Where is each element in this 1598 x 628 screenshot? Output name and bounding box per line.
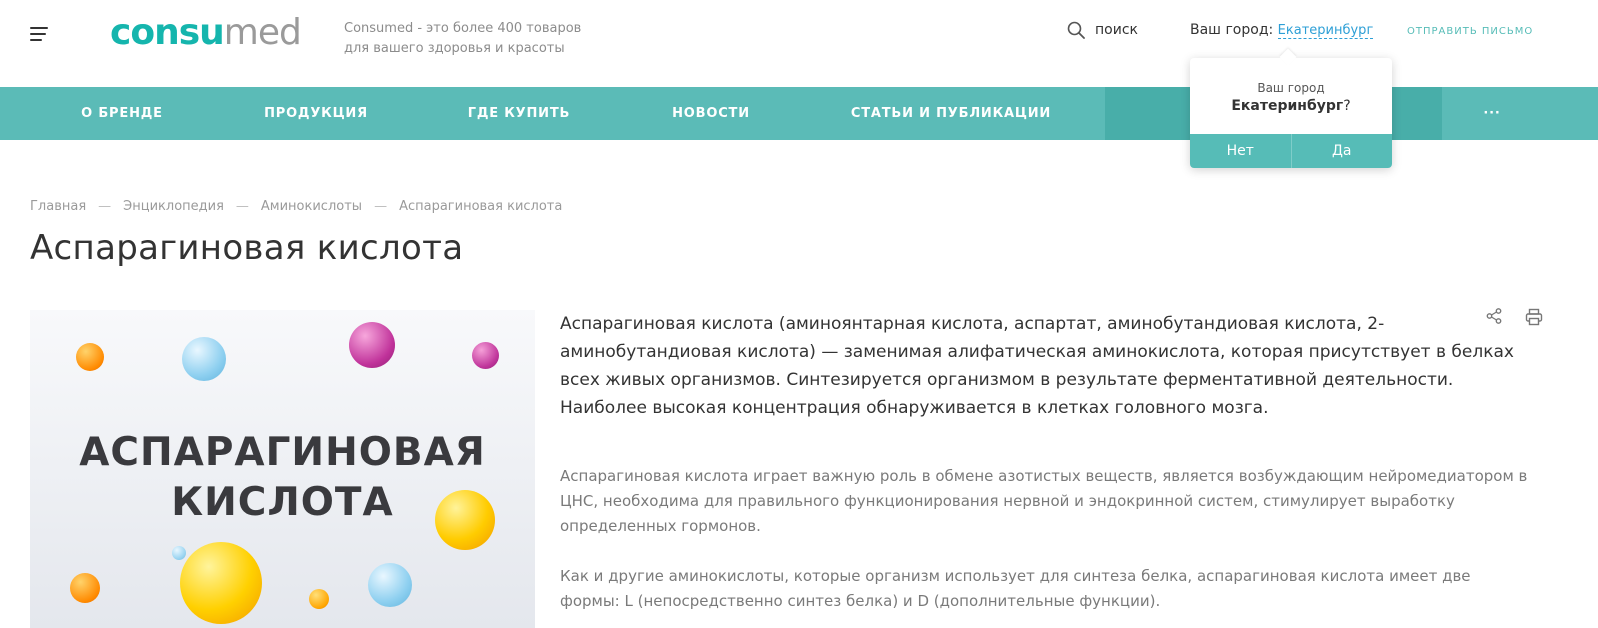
nav-item-news[interactable]: Новости xyxy=(657,87,765,140)
search-label: поиск xyxy=(1095,22,1138,38)
city-label: Ваш город: xyxy=(1190,22,1274,38)
nav-item-about[interactable]: О бренде xyxy=(55,87,189,140)
print-icon xyxy=(1525,308,1543,326)
city-selector: Ваш город: Екатеринбург xyxy=(1190,22,1374,39)
tagline-line1: Consumed - это более 400 товаров xyxy=(344,21,582,36)
image-caption-line2: КИСЛОТА xyxy=(171,480,394,525)
search-button[interactable]: поиск xyxy=(1067,21,1138,39)
nav-item-where-to-buy[interactable]: Где купить xyxy=(452,87,586,140)
orange-ball-small xyxy=(309,589,329,609)
popup-city: Екатеринбург? xyxy=(1190,98,1392,114)
magenta-ball-small xyxy=(472,342,499,369)
breadcrumb-separator: — xyxy=(235,199,249,214)
breadcrumb-separator: — xyxy=(374,199,388,214)
tagline: Consumed - это более 400 товаров для ваш… xyxy=(344,19,604,59)
magenta-ball xyxy=(349,322,395,368)
orange-ball xyxy=(76,343,104,371)
breadcrumb-home[interactable]: Главная xyxy=(30,199,86,214)
popup-question-mark: ? xyxy=(1343,98,1351,114)
search-icon xyxy=(1067,21,1085,39)
tagline-line2: для вашего здоровья и красоты xyxy=(344,41,565,56)
breadcrumb-separator: — xyxy=(98,199,112,214)
blue-ball-tiny xyxy=(172,546,186,560)
nav-item-products[interactable]: Продукция xyxy=(248,87,384,140)
popup-title: Ваш город xyxy=(1257,81,1325,95)
logo[interactable]: consumed xyxy=(110,12,302,53)
logo-part2: med xyxy=(223,12,302,53)
image-caption: АСПАРАГИНОВАЯ КИСЛОТА xyxy=(30,428,535,528)
breadcrumb-current: Аспарагиновая кислота xyxy=(399,199,563,214)
article-image: АСПАРАГИНОВАЯ КИСЛОТА xyxy=(30,310,535,628)
menu-icon[interactable] xyxy=(30,27,48,41)
breadcrumb-amino-acids[interactable]: Аминокислоты xyxy=(261,199,362,214)
popup-no-button[interactable]: Нет xyxy=(1190,134,1291,168)
article-paragraph: Как и другие аминокислоты, которые орган… xyxy=(560,567,1471,610)
blue-ball xyxy=(182,337,226,381)
popup-buttons: Нет Да xyxy=(1190,134,1392,168)
yellow-ball-large xyxy=(180,542,262,624)
page-title: Аспарагиновая кислота xyxy=(30,228,464,268)
orange-ball-lower xyxy=(70,573,100,603)
breadcrumb: Главная — Энциклопедия — Аминокислоты — … xyxy=(30,199,562,214)
nav-item-articles[interactable]: Статьи и публикации xyxy=(840,87,1062,140)
article-lead: Аспарагиновая кислота (аминоянтарная кис… xyxy=(560,314,1514,418)
send-letter-link[interactable]: отправить письмо xyxy=(1407,26,1533,37)
print-button[interactable] xyxy=(1525,308,1543,330)
blue-ball-lower xyxy=(368,563,412,607)
popup-yes-button[interactable]: Да xyxy=(1290,134,1392,168)
city-link[interactable]: Екатеринбург xyxy=(1277,23,1374,39)
logo-part1: consu xyxy=(110,12,225,53)
popup-city-name: Екатеринбург xyxy=(1231,98,1344,114)
image-caption-line1: АСПАРАГИНОВАЯ xyxy=(79,430,486,475)
city-confirm-popup: Ваш город Екатеринбург? Нет Да xyxy=(1190,58,1392,168)
article-paragraph: Аспарагиновая кислота играет важную роль… xyxy=(560,467,1528,535)
nav-item-more[interactable]: ··· xyxy=(1442,87,1542,140)
breadcrumb-encyclopedia[interactable]: Энциклопедия xyxy=(123,199,224,214)
